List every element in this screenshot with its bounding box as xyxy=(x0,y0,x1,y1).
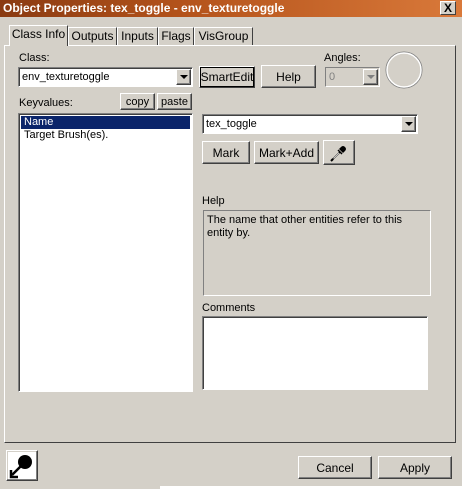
list-item[interactable]: Target Brush(es). xyxy=(21,129,190,142)
paste-button-label: paste xyxy=(161,95,188,108)
window-title-bar[interactable]: Object Properties: tex_toggle - env_text… xyxy=(0,0,462,17)
tab-class-info-label: Class Info xyxy=(11,27,66,41)
eyedropper-icon xyxy=(330,145,346,162)
copy-button[interactable]: copy xyxy=(120,93,155,110)
apply-button-label: Apply xyxy=(399,460,431,475)
pin-button[interactable] xyxy=(6,450,38,481)
tab-flags[interactable]: Flags xyxy=(158,27,194,45)
close-icon: X xyxy=(443,1,452,15)
class-label: Class: xyxy=(19,52,50,64)
apply-button[interactable]: Apply xyxy=(378,456,452,479)
mark-button[interactable]: Mark xyxy=(202,141,250,164)
tab-class-info[interactable]: Class Info xyxy=(9,25,68,46)
help-button[interactable]: Help xyxy=(261,65,316,88)
angles-select[interactable]: 0 xyxy=(325,67,380,87)
angles-label: Angles: xyxy=(324,52,361,64)
close-button[interactable]: X xyxy=(440,1,456,15)
angles-value: 0 xyxy=(329,71,336,83)
class-dropdown-button[interactable] xyxy=(176,69,191,85)
keyvalue-value: tex_toggle xyxy=(206,118,257,130)
cancel-button-label: Cancel xyxy=(316,460,354,475)
help-text-box: The name that other entities refer to th… xyxy=(203,210,431,296)
angle-dial[interactable] xyxy=(383,49,425,91)
keyvalues-list[interactable]: Name Target Brush(es). xyxy=(18,113,193,392)
paste-button[interactable]: paste xyxy=(157,93,192,110)
mark-add-button-label: Mark+Add xyxy=(258,145,315,160)
pushpin-icon xyxy=(8,452,36,479)
angles-dropdown-button[interactable] xyxy=(363,69,378,85)
smartedit-button[interactable]: SmartEdit xyxy=(199,66,255,88)
tab-inputs-label: Inputs xyxy=(121,29,154,43)
chevron-down-icon xyxy=(366,75,375,79)
class-select-value: env_texturetoggle xyxy=(22,71,110,83)
window-title: Object Properties: tex_toggle - env_text… xyxy=(3,1,285,15)
tab-visgroup[interactable]: VisGroup xyxy=(194,27,253,45)
value-dropdown-button[interactable] xyxy=(401,116,416,132)
copy-button-label: copy xyxy=(125,95,150,108)
list-item[interactable]: Name xyxy=(21,116,190,129)
chevron-down-icon xyxy=(179,75,188,79)
eyedropper-button[interactable] xyxy=(323,140,355,165)
mark-add-button[interactable]: Mark+Add xyxy=(254,141,319,164)
tab-inputs[interactable]: Inputs xyxy=(117,27,158,45)
comments-textarea[interactable] xyxy=(202,316,428,390)
comments-label: Comments xyxy=(202,302,256,314)
mark-button-label: Mark xyxy=(212,145,240,160)
smartedit-label: SmartEdit xyxy=(200,70,254,84)
tab-flags-label: Flags xyxy=(161,29,191,43)
keyvalues-label: Keyvalues: xyxy=(19,97,73,109)
class-select[interactable]: env_texturetoggle xyxy=(18,67,193,87)
help-text: The name that other entities refer to th… xyxy=(207,214,403,239)
help-button-label: Help xyxy=(276,69,301,84)
tab-outputs-label: Outputs xyxy=(71,29,114,43)
chevron-down-icon xyxy=(404,122,413,126)
tab-outputs[interactable]: Outputs xyxy=(68,27,117,45)
tab-visgroup-label: VisGroup xyxy=(198,29,249,43)
keyvalue-value-select[interactable]: tex_toggle xyxy=(202,114,418,134)
cancel-button[interactable]: Cancel xyxy=(298,456,372,479)
help-section-label: Help xyxy=(202,195,225,207)
